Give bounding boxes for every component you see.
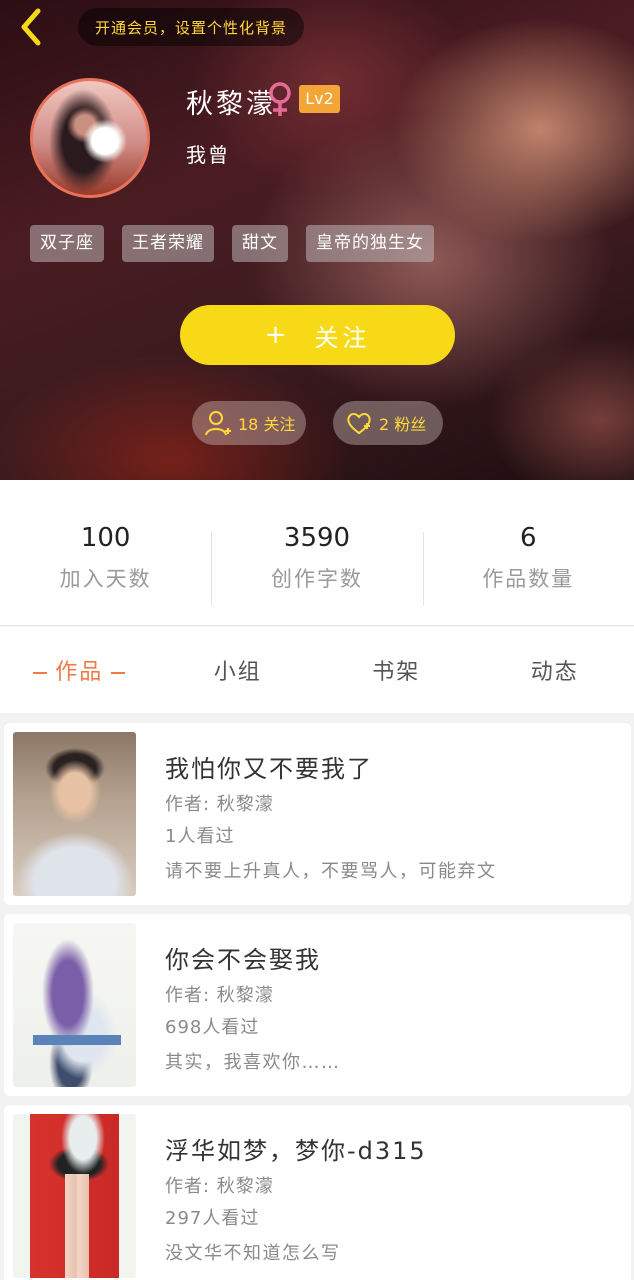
work-description: 没文华不知道怎么写	[165, 1243, 341, 1264]
work-card[interactable]: 我怕你又不要我了 作者: 秋黎濛 1人看过 请不要上升真人，不要骂人，可能弃文	[4, 723, 631, 905]
stat-value: 6	[520, 522, 537, 553]
stat-value: 100	[80, 522, 131, 553]
work-views: 297人看过	[165, 1208, 260, 1229]
work-title: 浮华如梦，梦你-d315	[165, 1137, 427, 1165]
active-indicator	[111, 672, 126, 674]
profile-header: 开通会员，设置个性化背景 秋黎濛 Lv2 我曾 双子座 王者荣耀 甜文 皇帝的独…	[0, 0, 634, 480]
follow-button-label: 关注	[314, 323, 371, 352]
fans-count-label: 2 粉丝	[379, 415, 427, 434]
heart-plus-icon	[347, 413, 371, 435]
work-cover-image	[13, 732, 136, 896]
work-description: 请不要上升真人，不要骂人，可能弃文	[165, 861, 497, 882]
profile-stats: 100 加入天数 3590 创作字数 6 作品数量	[0, 480, 634, 626]
cover-decoration	[33, 1035, 121, 1045]
tag[interactable]: 皇帝的独生女	[306, 225, 434, 262]
tab-label: 作品	[55, 660, 104, 685]
work-author: 作者: 秋黎濛	[165, 794, 274, 815]
level-badge: Lv2	[299, 85, 340, 113]
stat-label: 创作字数	[270, 566, 363, 591]
signature: 我曾	[186, 143, 230, 167]
following-count-button[interactable]: 18 关注	[192, 401, 306, 445]
add-user-icon	[205, 411, 231, 436]
work-author: 作者: 秋黎濛	[165, 985, 274, 1006]
work-description: 其实，我喜欢你……	[165, 1052, 341, 1073]
tab-activity[interactable]: 动态	[476, 654, 634, 686]
tag[interactable]: 王者荣耀	[122, 225, 214, 262]
tab-bookshelf[interactable]: 书架	[317, 654, 476, 686]
tab-works[interactable]: 作品	[0, 654, 159, 686]
tag[interactable]: 甜文	[232, 225, 288, 262]
work-views: 698人看过	[165, 1017, 260, 1038]
stat-works-count: 6 作品数量	[422, 480, 634, 625]
work-title: 你会不会娶我	[165, 946, 321, 974]
plus-icon: +	[264, 320, 291, 350]
tab-label: 书架	[372, 660, 421, 685]
follow-button[interactable]: + 关注	[180, 305, 455, 365]
tab-groups[interactable]: 小组	[159, 654, 318, 686]
following-count-label: 18 关注	[238, 415, 296, 434]
stat-value: 3590	[283, 522, 351, 553]
chevron-left-icon	[21, 8, 41, 46]
work-cover-image	[13, 1114, 136, 1278]
avatar[interactable]	[30, 78, 150, 198]
female-icon	[269, 82, 291, 116]
fans-count-button[interactable]: 2 粉丝	[333, 401, 443, 445]
work-card[interactable]: 浮华如梦，梦你-d315 作者: 秋黎濛 297人看过 没文华不知道怎么写	[4, 1105, 631, 1280]
back-button[interactable]	[10, 6, 52, 48]
work-views: 1人看过	[165, 826, 235, 847]
work-author: 作者: 秋黎濛	[165, 1176, 274, 1197]
tab-label: 小组	[213, 660, 262, 685]
cover-decoration	[65, 1174, 89, 1278]
stat-word-count: 3590 创作字数	[211, 480, 422, 625]
work-cover-image	[13, 923, 136, 1087]
works-list: 我怕你又不要我了 作者: 秋黎濛 1人看过 请不要上升真人，不要骂人，可能弃文 …	[0, 713, 634, 1280]
tag-list: 双子座 王者荣耀 甜文 皇帝的独生女	[30, 225, 434, 262]
stat-join-days: 100 加入天数	[0, 480, 211, 625]
username: 秋黎濛	[186, 89, 276, 120]
work-card[interactable]: 你会不会娶我 作者: 秋黎濛 698人看过 其实，我喜欢你……	[4, 914, 631, 1096]
active-indicator	[33, 672, 48, 674]
vip-background-banner[interactable]: 开通会员，设置个性化背景	[78, 8, 305, 46]
tag[interactable]: 双子座	[30, 225, 104, 262]
profile-tabs: 作品 小组 书架 动态	[0, 627, 634, 713]
stat-label: 作品数量	[482, 566, 575, 591]
stat-label: 加入天数	[59, 566, 152, 591]
tab-label: 动态	[530, 660, 579, 685]
work-title: 我怕你又不要我了	[165, 755, 373, 783]
